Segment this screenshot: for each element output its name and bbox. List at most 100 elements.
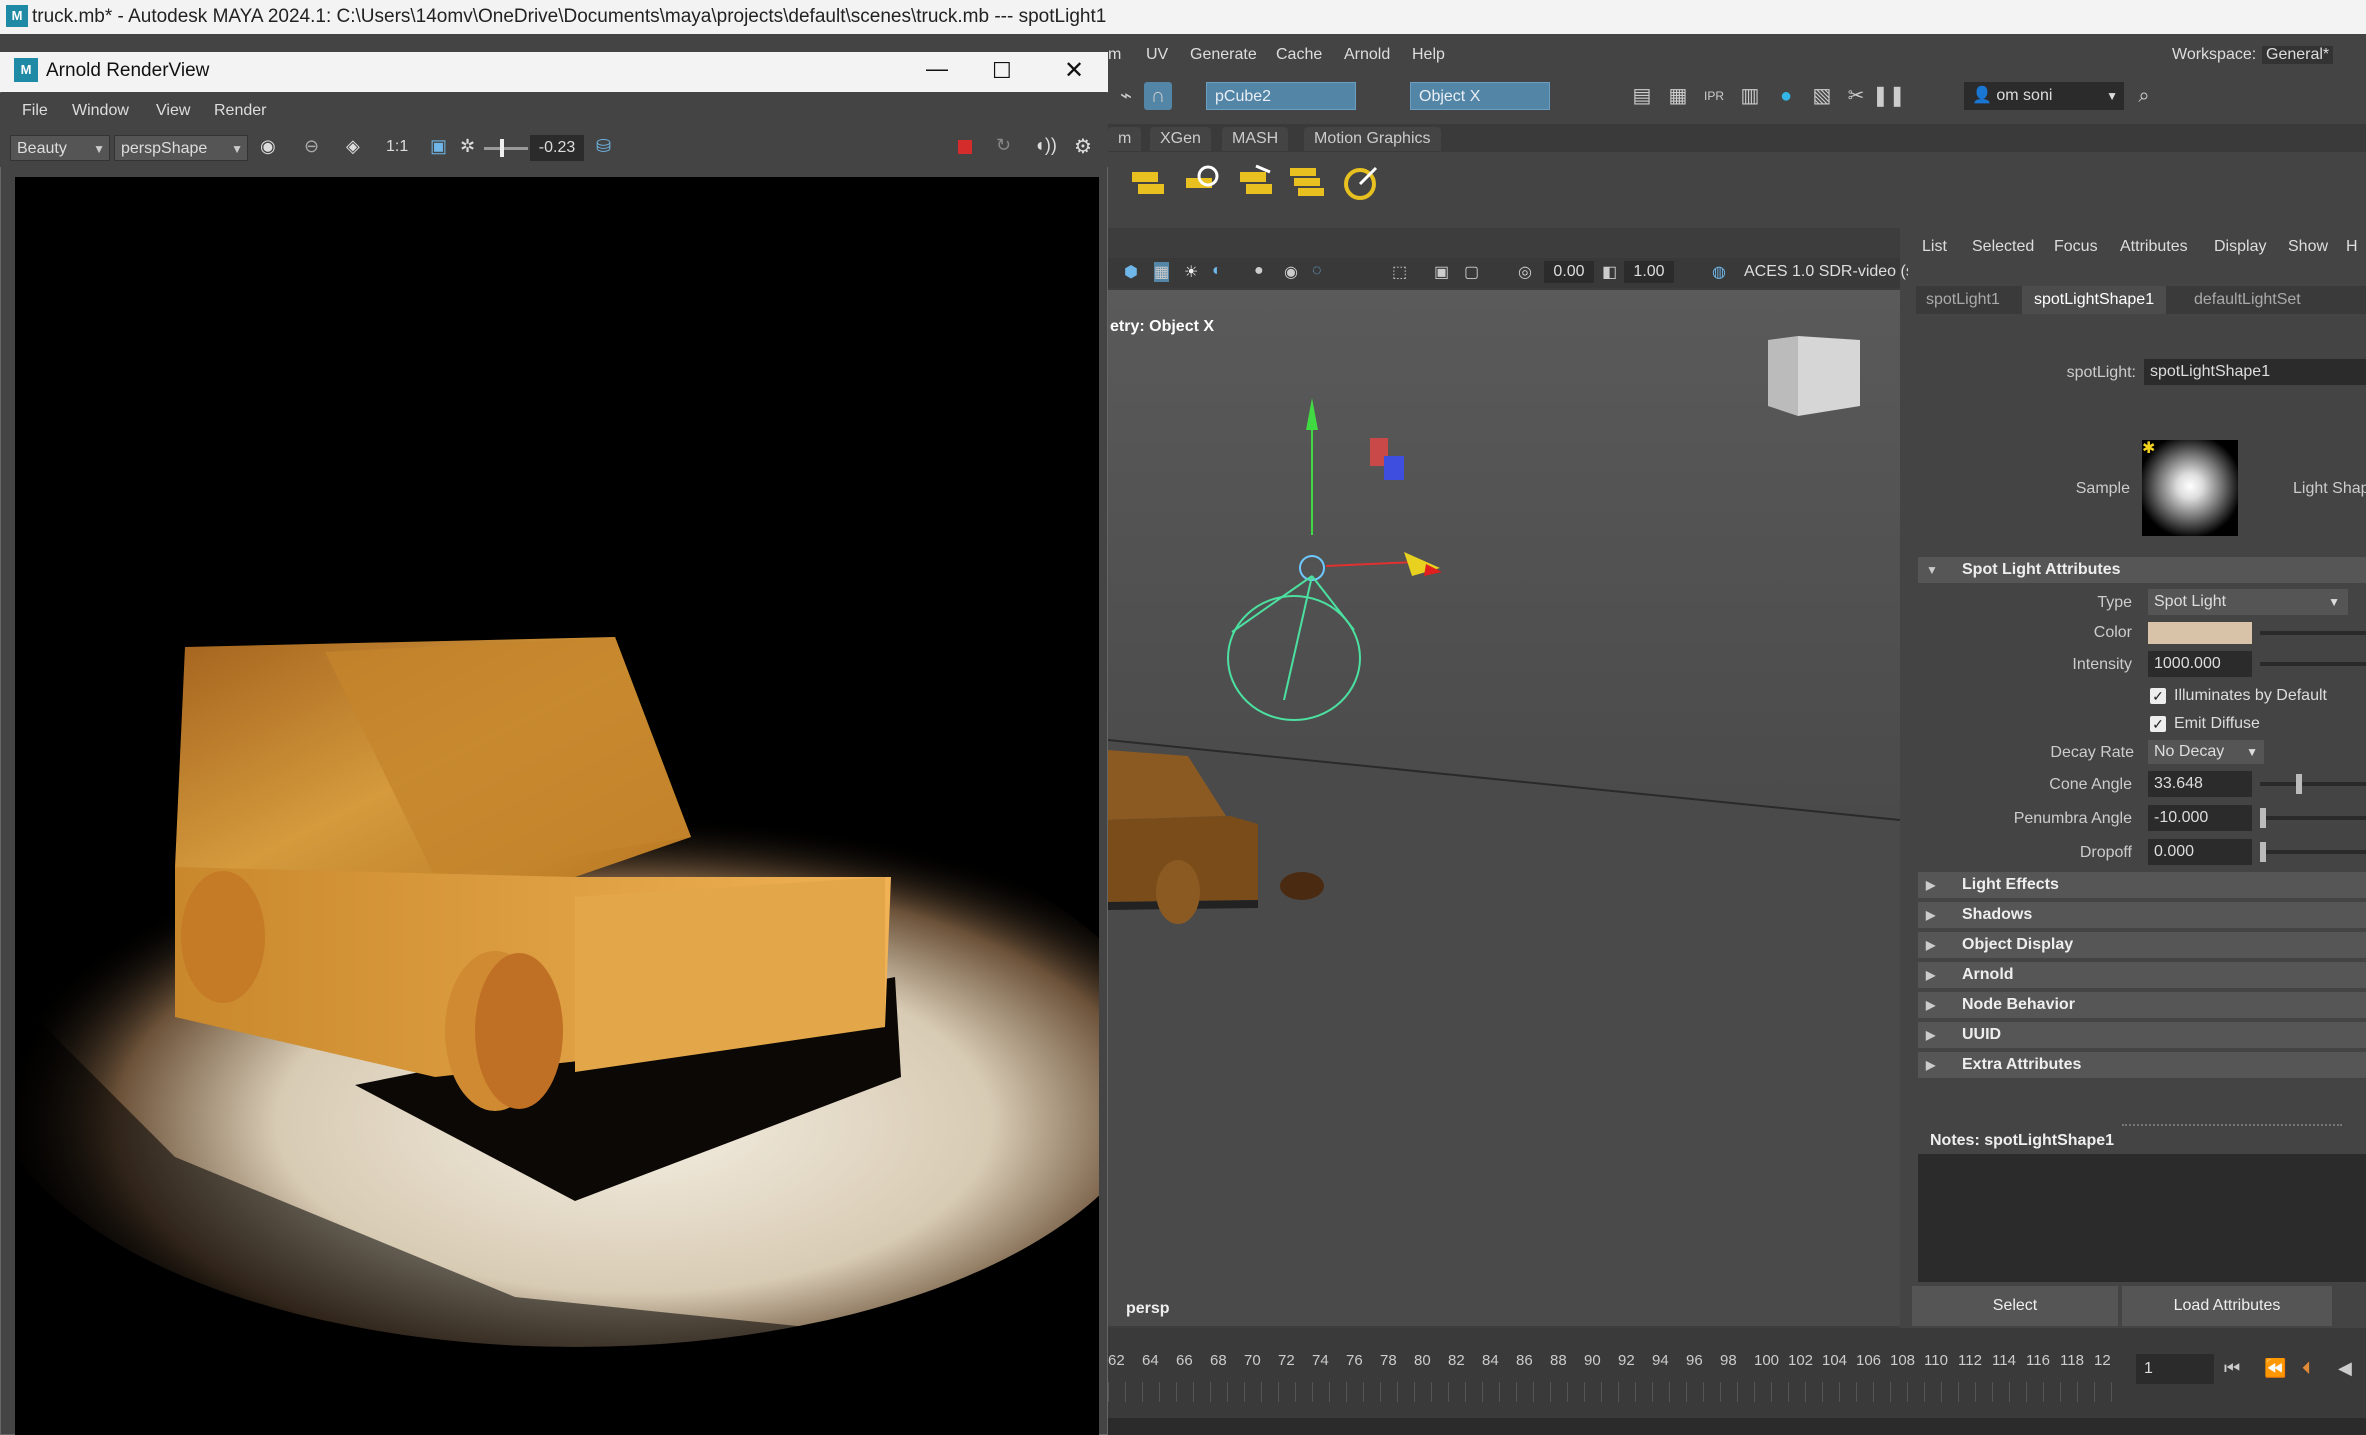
- viewcube[interactable]: [1768, 336, 1860, 416]
- render-frame-icon[interactable]: ▤: [1628, 82, 1656, 110]
- aov-dropdown[interactable]: Beauty ▼: [10, 135, 110, 161]
- load-attributes-button[interactable]: Load Attributes: [2122, 1286, 2332, 1326]
- channels-icon[interactable]: ⊖: [304, 136, 319, 157]
- ipr-icon[interactable]: IPR: [1700, 82, 1728, 110]
- notes-textarea[interactable]: [1918, 1154, 2366, 1282]
- refresh-sample-icon[interactable]: ✱: [2142, 438, 2155, 458]
- section-uuid[interactable]: ▶ UUID: [1918, 1022, 2366, 1048]
- frame-all-icon[interactable]: ▣: [1434, 262, 1449, 282]
- step-back-key-icon[interactable]: ⏪: [2264, 1358, 2286, 1379]
- arnold-menu-render[interactable]: Render: [214, 102, 266, 120]
- menu-item-generate[interactable]: Generate: [1190, 46, 1257, 64]
- ae-menu-display[interactable]: Display: [2214, 238, 2266, 256]
- search-icon[interactable]: ⌕: [2130, 82, 2158, 110]
- section-node-behavior[interactable]: ▶ Node Behavior: [1918, 992, 2366, 1018]
- hypershade-icon[interactable]: ●: [1772, 82, 1800, 110]
- arnold-render-icon[interactable]: ▧: [1808, 82, 1836, 110]
- exposure-slider[interactable]: [484, 139, 528, 157]
- settings-gear-icon[interactable]: ⚙: [1074, 134, 1092, 159]
- spotlight-cone[interactable]: [1227, 575, 1361, 721]
- exposure-icon[interactable]: ✲: [460, 136, 475, 157]
- refresh-render-icon[interactable]: ↻: [996, 135, 1011, 156]
- cube-shading-icon[interactable]: ⬢: [1124, 262, 1138, 282]
- ae-menu-list[interactable]: List: [1922, 238, 1947, 256]
- section-arnold[interactable]: ▶ Arnold: [1918, 962, 2366, 988]
- exposure-field[interactable]: 0.00: [1544, 261, 1594, 283]
- color-swatch[interactable]: [2148, 622, 2252, 644]
- mash-paint-icon[interactable]: [1236, 162, 1276, 202]
- move-x-axis[interactable]: [1325, 561, 1417, 567]
- go-to-start-icon[interactable]: ⏮: [2224, 1358, 2240, 1379]
- range-slider[interactable]: [1108, 1418, 2366, 1435]
- penumbra-angle-field[interactable]: -10.000: [2148, 805, 2252, 831]
- ao-icon[interactable]: ●: [1254, 262, 1264, 280]
- arnold-menu-file[interactable]: File: [22, 102, 48, 120]
- slider-handle[interactable]: [2296, 774, 2302, 794]
- ae-menu-help[interactable]: H: [2346, 238, 2358, 256]
- shelf-tab-motion-graphics[interactable]: Motion Graphics: [1304, 127, 1441, 151]
- section-extra-attributes[interactable]: ▶ Extra Attributes: [1918, 1052, 2366, 1078]
- section-light-effects[interactable]: ▶ Light Effects: [1918, 872, 2366, 898]
- render-sequence-icon[interactable]: ▦: [1664, 82, 1692, 110]
- ratio-label[interactable]: 1:1: [386, 138, 408, 156]
- play-backwards-icon[interactable]: ◀: [2338, 1358, 2352, 1379]
- ae-menu-focus[interactable]: Focus: [2054, 238, 2098, 256]
- type-dropdown[interactable]: Spot Light ▼: [2148, 589, 2348, 615]
- step-back-frame-icon[interactable]: ⏴: [2302, 1358, 2311, 1379]
- viewport[interactable]: etry: Object X persp: [1108, 290, 1900, 1326]
- menu-item-partial[interactable]: m: [1108, 46, 1121, 64]
- render-region-icon[interactable]: ◉: [260, 136, 276, 157]
- dropoff-slider[interactable]: [2260, 842, 2366, 862]
- decay-rate-dropdown[interactable]: No Decay ▼: [2148, 740, 2264, 764]
- ae-menu-attributes[interactable]: Attributes: [2120, 238, 2188, 256]
- slider-handle[interactable]: [2260, 842, 2266, 862]
- object-name-field[interactable]: pCube2: [1206, 82, 1356, 110]
- section-shadows[interactable]: ▶ Shadows: [1918, 902, 2366, 928]
- sample-preview[interactable]: ✱: [2142, 440, 2238, 536]
- shelf-tab-partial[interactable]: m: [1108, 127, 1142, 151]
- cone-angle-slider[interactable]: [2260, 774, 2366, 794]
- rotate-handle-blue[interactable]: [1384, 456, 1404, 480]
- aa-icon[interactable]: ◌: [1312, 262, 1322, 280]
- fit-icon[interactable]: ▣: [430, 136, 447, 157]
- mash-edit-icon[interactable]: [1182, 162, 1222, 202]
- y-arrow-icon[interactable]: [1306, 398, 1318, 430]
- user-account-dropdown[interactable]: 👤 om soni ▼: [1964, 82, 2124, 110]
- ae-menu-selected[interactable]: Selected: [1972, 238, 2034, 256]
- color-slider[interactable]: [2260, 631, 2366, 635]
- pause-icon[interactable]: ❚❚: [1872, 82, 1906, 110]
- node-name-field[interactable]: spotLightShape1: [2144, 359, 2366, 385]
- timeline[interactable]: 62 64 66 68 70 72 74 76 78 80 82 84 86 88 90 92 94 96 98 10…: [1108, 1328, 2366, 1435]
- intensity-slider[interactable]: [2260, 662, 2366, 666]
- mash-network-icon[interactable]: [1128, 162, 1168, 202]
- slider-handle[interactable]: [500, 139, 504, 157]
- shelf-tab-xgen[interactable]: XGen: [1150, 127, 1211, 151]
- exposure-field[interactable]: -0.23: [530, 135, 584, 161]
- symmetry-field[interactable]: Object X: [1410, 82, 1550, 110]
- close-icon[interactable]: ✕: [1064, 56, 1084, 85]
- shelf-tab-mash[interactable]: MASH: [1222, 127, 1289, 151]
- arnold-menu-view[interactable]: View: [156, 102, 190, 120]
- crop-icon[interactable]: ◈: [346, 136, 360, 157]
- menu-item-cache[interactable]: Cache: [1276, 46, 1322, 64]
- snap-magnet-icon[interactable]: ∩: [1144, 82, 1172, 110]
- motion-blur-icon[interactable]: ◉: [1284, 262, 1298, 282]
- menu-item-arnold[interactable]: Arnold: [1344, 46, 1390, 64]
- minimize-icon[interactable]: —: [926, 56, 948, 82]
- render-image[interactable]: [15, 177, 1099, 1435]
- menu-item-uv[interactable]: UV: [1146, 46, 1168, 64]
- cone-angle-field[interactable]: 33.648: [2148, 771, 2252, 797]
- ipr-toggle-icon[interactable]: ◖)): [1034, 135, 1057, 156]
- section-object-display[interactable]: ▶ Object Display: [1918, 932, 2366, 958]
- select-button[interactable]: Select: [1912, 1286, 2118, 1326]
- checker-icon[interactable]: ▦: [1154, 262, 1170, 282]
- section-spot-light-attributes[interactable]: ▼ Spot Light Attributes: [1918, 557, 2366, 583]
- stop-render-icon[interactable]: [958, 140, 972, 154]
- penumbra-slider[interactable]: [2260, 808, 2366, 828]
- render-settings-icon[interactable]: ▥: [1736, 82, 1764, 110]
- light-icon[interactable]: ☀: [1184, 262, 1198, 282]
- color-management-icon[interactable]: ◍: [1712, 262, 1726, 282]
- tab-defaultlightset[interactable]: defaultLightSet: [2194, 291, 2301, 309]
- intensity-field[interactable]: 1000.000: [2148, 651, 2252, 677]
- color-space-label[interactable]: ACES 1.0 SDR-video (s: [1744, 263, 1914, 281]
